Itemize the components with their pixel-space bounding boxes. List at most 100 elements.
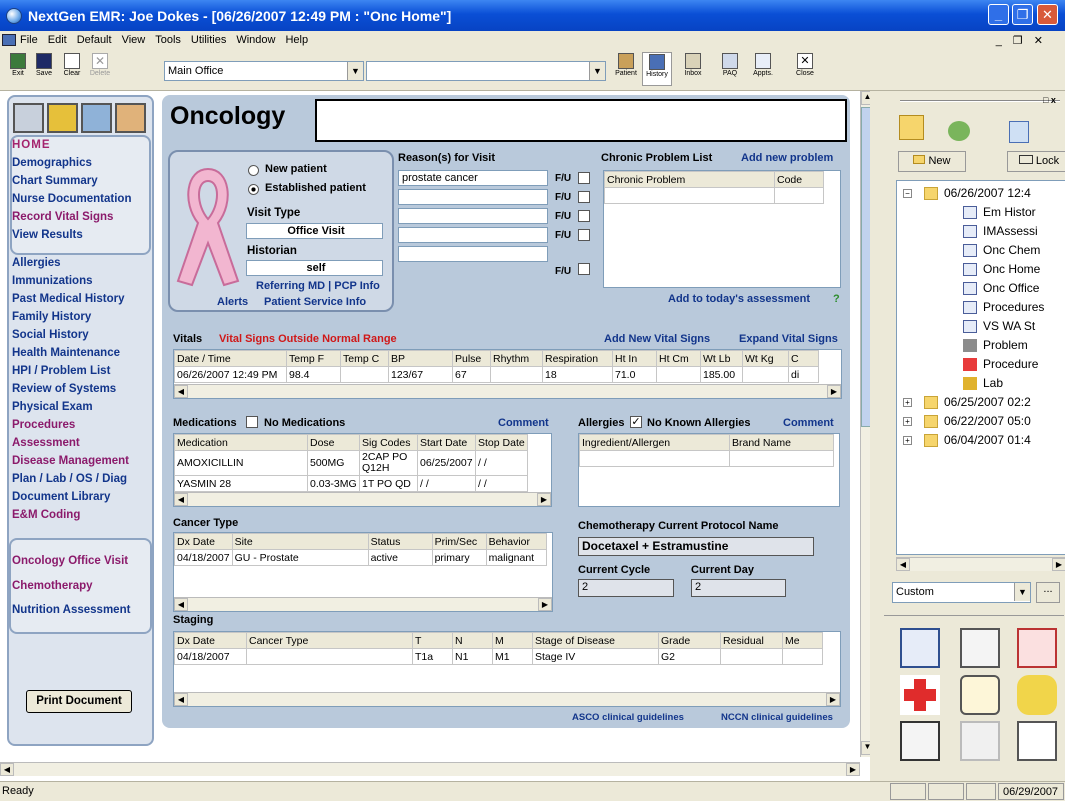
nav-review-of-systems[interactable]: Review of Systems (12, 383, 116, 395)
nav-disease-management[interactable]: Disease Management (12, 455, 129, 467)
menu-default[interactable]: Default (77, 34, 112, 46)
tree-item[interactable]: VS WA St (963, 319, 1035, 333)
inbox-button[interactable]: Inbox (681, 52, 705, 86)
staging-grid[interactable]: Dx Date Cancer Type T N M Stage of Disease Gra… (173, 631, 841, 707)
lab-tubes-icon[interactable] (1017, 721, 1057, 761)
nav-immunizations[interactable]: Immunizations (12, 275, 93, 287)
nav-health-maintenance[interactable]: Health Maintenance (12, 347, 120, 359)
location-select[interactable]: Main Office ▼ (164, 61, 364, 81)
visit-type-field[interactable]: Office Visit (246, 223, 383, 239)
documents-icon[interactable] (1017, 628, 1057, 668)
prescription-icon[interactable] (900, 721, 940, 761)
nav-procedures[interactable]: Procedures (12, 419, 75, 431)
tree-item[interactable]: Lab (963, 376, 1003, 390)
paq-button[interactable]: PAQ (718, 52, 742, 86)
nav-chart-summary[interactable]: Chart Summary (12, 175, 98, 187)
calendar-tab-icon[interactable] (1009, 121, 1029, 143)
reason-field[interactable] (398, 246, 548, 262)
tree-item[interactable]: Onc Home (963, 262, 1040, 276)
menu-help[interactable]: Help (285, 34, 308, 46)
tree-folder[interactable]: +06/25/2007 02:2 (903, 395, 1031, 409)
document-tree[interactable]: −06/26/2007 12:4 Em Histor IMAssessi Onc… (896, 180, 1065, 555)
vitals-hscroll[interactable]: ◀ ▶ (174, 384, 841, 398)
main-horizontal-scrollbar[interactable]: ◀ ▶ (0, 762, 860, 776)
nav-nutrition-assessment[interactable]: Nutrition Assessment (12, 604, 130, 616)
new-patient-radio[interactable] (248, 165, 259, 176)
tree-item[interactable]: Procedure (963, 357, 1038, 371)
close-button[interactable]: ✕ (1037, 4, 1058, 25)
scroll-right-icon[interactable]: ▶ (846, 763, 860, 776)
nav-hpi-problem-list[interactable]: HPI / Problem List (12, 365, 110, 377)
allergies-comment-link[interactable]: Comment (783, 417, 834, 429)
nav-home[interactable]: HOME (12, 139, 51, 151)
asco-guidelines-link[interactable]: ASCO clinical guidelines (572, 712, 684, 723)
nav-physical-exam[interactable]: Physical Exam (12, 401, 93, 413)
tree-item[interactable]: Em Histor (963, 205, 1036, 219)
appts-button[interactable]: Appts. (751, 52, 775, 86)
chronic-problem-grid[interactable]: Chronic Problem Code (603, 170, 841, 288)
close-doc-button[interactable]: ✕ Close (793, 52, 817, 86)
chart-tab-icon[interactable] (13, 103, 44, 133)
fu-checkbox[interactable] (578, 210, 590, 222)
tree-item[interactable]: Onc Office (963, 281, 1039, 295)
nav-chemotherapy[interactable]: Chemotherapy (12, 580, 93, 592)
patient-button[interactable]: Patient (611, 52, 641, 86)
tree-folder[interactable]: +06/22/2007 05:0 (903, 414, 1031, 428)
procedure-icon[interactable] (900, 675, 940, 715)
fu-checkbox[interactable] (578, 229, 590, 241)
menu-window[interactable]: Window (236, 34, 275, 46)
tree-item[interactable]: Problem (963, 338, 1028, 352)
tree-item[interactable]: IMAssessi (963, 224, 1038, 238)
add-vital-signs-link[interactable]: Add New Vital Signs (604, 333, 710, 345)
panel-controls[interactable]: □ x (1043, 95, 1056, 105)
scroll-left-icon[interactable]: ◀ (0, 763, 14, 776)
tree-item[interactable]: Onc Chem (963, 243, 1040, 257)
diagnosis-scroll-icon[interactable] (960, 675, 1000, 715)
tree-folder[interactable]: +06/04/2007 01:4 (903, 433, 1031, 447)
nav-view-results[interactable]: View Results (12, 229, 83, 241)
people-tab-icon[interactable] (948, 121, 970, 141)
tree-horizontal-scrollbar[interactable]: ◀ ▶ (896, 557, 1065, 571)
template-icon[interactable] (900, 628, 940, 668)
phone-tab-icon[interactable] (47, 103, 78, 133)
no-medications-checkbox[interactable] (246, 416, 258, 428)
print-document-button[interactable]: Print Document (26, 690, 132, 713)
expand-vital-signs-link[interactable]: Expand Vital Signs (739, 333, 838, 345)
mdi-window-controls[interactable]: _ ❐ ✕ (996, 34, 1047, 47)
cancer-hscroll[interactable]: ◀ ▶ (174, 597, 552, 611)
referring-md-link[interactable]: Referring MD | PCP Info (256, 280, 380, 292)
nav-nurse-documentation[interactable]: Nurse Documentation (12, 193, 132, 205)
view-mode-select[interactable]: Custom ▼ (892, 582, 1031, 603)
allergies-grid[interactable]: Ingredient/Allergen Brand Name (578, 433, 840, 507)
exit-button[interactable]: Exit (6, 52, 30, 86)
handshake-tab-icon[interactable] (115, 103, 146, 133)
nav-document-library[interactable]: Document Library (12, 491, 110, 503)
fu-checkbox[interactable] (578, 172, 590, 184)
new-document-button[interactable]: New (898, 151, 966, 172)
current-day-field[interactable]: 2 (691, 579, 786, 597)
nav-oncology-office-visit[interactable]: Oncology Office Visit (12, 555, 128, 567)
no-known-allergies-checkbox[interactable]: ✓ (630, 416, 642, 428)
folder-tab-icon[interactable] (899, 115, 924, 140)
nav-em-coding[interactable]: E&M Coding (12, 509, 80, 521)
nav-demographics[interactable]: Demographics (12, 157, 92, 169)
reason-field[interactable] (398, 189, 548, 205)
reason-field[interactable] (398, 208, 548, 224)
menu-view[interactable]: View (122, 34, 146, 46)
save-button[interactable]: Save (32, 52, 56, 86)
fu-checkbox[interactable] (578, 191, 590, 203)
established-patient-radio[interactable] (248, 184, 259, 195)
medications-hscroll[interactable]: ◀ ▶ (174, 492, 551, 506)
reason-field[interactable]: prostate cancer (398, 170, 548, 186)
staging-hscroll[interactable]: ◀ ▶ (174, 692, 840, 706)
menu-utilities[interactable]: Utilities (191, 34, 226, 46)
diamond-tab-icon[interactable] (81, 103, 112, 133)
add-to-assessment-link[interactable]: Add to today's assessment (668, 293, 810, 305)
fu-checkbox[interactable] (578, 263, 590, 275)
menu-tools[interactable]: Tools (155, 34, 181, 46)
encounter-select[interactable]: ▼ (366, 61, 606, 81)
clear-button[interactable]: Clear (60, 52, 84, 86)
alerts-link[interactable]: Alerts (217, 296, 248, 308)
history-button[interactable]: History (642, 52, 672, 86)
nccn-guidelines-link[interactable]: NCCN clinical guidelines (721, 712, 833, 723)
